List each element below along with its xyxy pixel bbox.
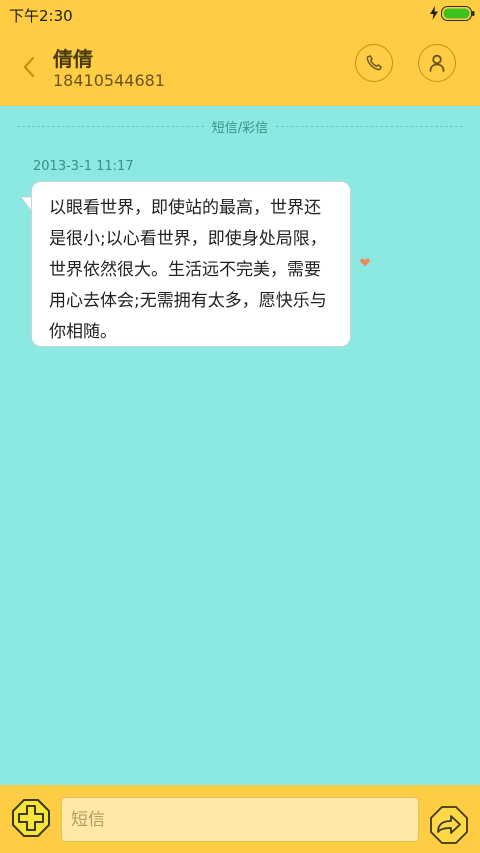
contact-name: 倩倩 [53, 47, 93, 71]
heart-icon [360, 258, 370, 267]
chevron-left-icon [23, 56, 35, 78]
message-text: 以眼看世界，即使站的最高，世界还是很小;以心看世界，即使身处局限，世界依然很大。… [49, 198, 327, 342]
phone-icon [366, 55, 382, 71]
status-bar: 下午2:30 [0, 0, 480, 28]
composer-bar [0, 785, 480, 853]
contact-profile-button[interactable] [418, 44, 456, 82]
divider-label: 短信/彩信 [205, 117, 275, 136]
plus-icon[interactable] [10, 797, 52, 839]
contact-number: 18410544681 [53, 71, 165, 90]
battery-icon [441, 6, 475, 21]
status-time: 下午2:30 [9, 7, 73, 25]
conversation-header: 倩倩 18410544681 [0, 28, 480, 106]
back-button[interactable] [14, 50, 44, 84]
message-timestamp: 2013-3-1 11:17 [33, 159, 134, 174]
call-button[interactable] [355, 44, 393, 82]
message-type-divider: 短信/彩信 [17, 117, 463, 136]
message-input[interactable] [61, 797, 419, 842]
charging-bolt-icon [430, 6, 438, 20]
send-arrow-icon[interactable] [429, 805, 469, 845]
person-icon [429, 54, 445, 72]
message-bubble[interactable]: 以眼看世界，即使站的最高，世界还是很小;以心看世界，即使身处局限，世界依然很大。… [31, 181, 351, 347]
